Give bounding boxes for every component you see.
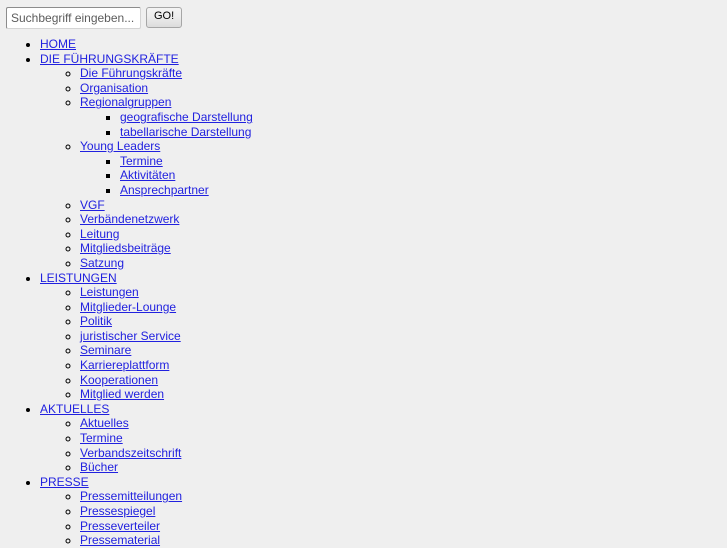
nav-link-mitglieder-lounge[interactable]: Mitglieder-Lounge: [80, 300, 176, 314]
nav-item-level-1: HOME: [40, 37, 727, 52]
nav-link-aktivitaeten[interactable]: Aktivitäten: [120, 168, 175, 182]
nav-item-level-2: Bücher: [80, 460, 727, 475]
nav-sublist-level-2: AktuellesTermineVerbandszeitschriftBüche…: [40, 416, 727, 474]
nav-link-buecher[interactable]: Bücher: [80, 460, 118, 474]
sitemap-navigation: HOMEDIE FÜHRUNGSKRÄFTEDie Führungskräfte…: [0, 37, 727, 548]
nav-item-level-2: juristischer Service: [80, 329, 727, 344]
nav-item-level-3: tabellarische Darstellung: [120, 125, 727, 140]
nav-item-level-2: Kooperationen: [80, 373, 727, 388]
nav-link-pressemitteilungen[interactable]: Pressemitteilungen: [80, 489, 182, 503]
nav-item-level-2: Mitglied werden: [80, 387, 727, 402]
nav-item-level-2: VGF: [80, 198, 727, 213]
nav-item-level-2: Leitung: [80, 227, 727, 242]
nav-item-level-2: Die Führungskräfte: [80, 66, 727, 81]
nav-link-karriereplattform[interactable]: Karriereplattform: [80, 358, 169, 372]
nav-link-pressespiegel[interactable]: Pressespiegel: [80, 504, 155, 518]
nav-link-juristischer-service[interactable]: juristischer Service: [80, 329, 181, 343]
search-submit-button[interactable]: GO!: [146, 7, 183, 28]
nav-item-level-2: Regionalgruppengeografische Darstellungt…: [80, 95, 727, 139]
nav-link-leistungen[interactable]: LEISTUNGEN: [40, 271, 117, 285]
nav-link-geografische-darstellung[interactable]: geografische Darstellung: [120, 110, 253, 124]
nav-item-level-2: Aktuelles: [80, 416, 727, 431]
nav-link-politik[interactable]: Politik: [80, 314, 112, 328]
nav-link-satzung[interactable]: Satzung: [80, 256, 124, 270]
nav-link-presse[interactable]: PRESSE: [40, 475, 89, 489]
nav-link-termine[interactable]: Termine: [120, 154, 163, 168]
nav-item-level-2: Mitglieder-Lounge: [80, 300, 727, 315]
nav-item-level-2: Presseverteiler: [80, 519, 727, 534]
nav-link-vgf[interactable]: VGF: [80, 198, 105, 212]
nav-sublist-level-2: PressemitteilungenPressespiegelPressever…: [40, 489, 727, 547]
nav-item-level-3: Aktivitäten: [120, 168, 727, 183]
nav-link-mitglied-werden[interactable]: Mitglied werden: [80, 387, 164, 401]
nav-item-level-2: Seminare: [80, 343, 727, 358]
nav-item-level-2: Politik: [80, 314, 727, 329]
nav-item-level-1: DIE FÜHRUNGSKRÄFTEDie FührungskräfteOrga…: [40, 52, 727, 271]
nav-item-level-2: Verbändenetzwerk: [80, 212, 727, 227]
nav-item-level-2: Satzung: [80, 256, 727, 271]
nav-item-level-2: Organisation: [80, 81, 727, 96]
nav-item-level-2: Karriereplattform: [80, 358, 727, 373]
nav-item-level-1: PRESSEPressemitteilungenPressespiegelPre…: [40, 475, 727, 548]
nav-link-die-fuehrungskraefte[interactable]: Die Führungskräfte: [80, 66, 182, 80]
nav-sublist-level-2: LeistungenMitglieder-LoungePolitikjurist…: [40, 285, 727, 402]
nav-item-level-2: Young LeadersTermineAktivitätenAnsprechp…: [80, 139, 727, 197]
nav-sublist-level-3: geografische Darstellungtabellarische Da…: [80, 110, 727, 139]
nav-link-young-leaders[interactable]: Young Leaders: [80, 139, 160, 153]
nav-link-termine[interactable]: Termine: [80, 431, 123, 445]
nav-link-kooperationen[interactable]: Kooperationen: [80, 373, 158, 387]
nav-sublist-level-2: Die FührungskräfteOrganisationRegionalgr…: [40, 66, 727, 270]
nav-item-level-2: Leistungen: [80, 285, 727, 300]
nav-link-die-fuehrungskraefte[interactable]: DIE FÜHRUNGSKRÄFTE: [40, 52, 179, 66]
nav-link-leistungen[interactable]: Leistungen: [80, 285, 139, 299]
nav-link-aktuelles[interactable]: Aktuelles: [80, 416, 129, 430]
search-input[interactable]: [6, 7, 141, 29]
nav-link-verbandszeitschrift[interactable]: Verbandszeitschrift: [80, 446, 181, 460]
nav-item-level-2: Mitgliedsbeiträge: [80, 241, 727, 256]
nav-link-mitgliedsbeitraege[interactable]: Mitgliedsbeiträge: [80, 241, 171, 255]
nav-item-level-2: Pressespiegel: [80, 504, 727, 519]
search-form[interactable]: GO!: [0, 0, 727, 29]
nav-item-level-3: Ansprechpartner: [120, 183, 727, 198]
nav-link-tabellarische-darstellung[interactable]: tabellarische Darstellung: [120, 125, 251, 139]
nav-link-pressematerial[interactable]: Pressematerial: [80, 533, 160, 547]
nav-link-regionalgruppen[interactable]: Regionalgruppen: [80, 95, 171, 109]
nav-link-organisation[interactable]: Organisation: [80, 81, 148, 95]
nav-item-level-2: Pressematerial: [80, 533, 727, 548]
nav-item-level-1: LEISTUNGENLeistungenMitglieder-LoungePol…: [40, 271, 727, 402]
nav-item-level-1: AKTUELLESAktuellesTermineVerbandszeitsch…: [40, 402, 727, 475]
nav-link-aktuelles[interactable]: AKTUELLES: [40, 402, 109, 416]
nav-item-level-2: Verbandszeitschrift: [80, 446, 727, 461]
nav-link-seminare[interactable]: Seminare: [80, 343, 131, 357]
nav-item-level-3: Termine: [120, 154, 727, 169]
nav-item-level-2: Termine: [80, 431, 727, 446]
nav-link-verbaendenetzwerk[interactable]: Verbändenetzwerk: [80, 212, 179, 226]
nav-sublist-level-3: TermineAktivitätenAnsprechpartner: [80, 154, 727, 198]
nav-item-level-3: geografische Darstellung: [120, 110, 727, 125]
nav-link-ansprechpartner[interactable]: Ansprechpartner: [120, 183, 209, 197]
nav-link-presseverteiler[interactable]: Presseverteiler: [80, 519, 160, 533]
nav-item-level-2: Pressemitteilungen: [80, 489, 727, 504]
nav-link-leitung[interactable]: Leitung: [80, 227, 119, 241]
nav-link-home[interactable]: HOME: [40, 37, 76, 51]
